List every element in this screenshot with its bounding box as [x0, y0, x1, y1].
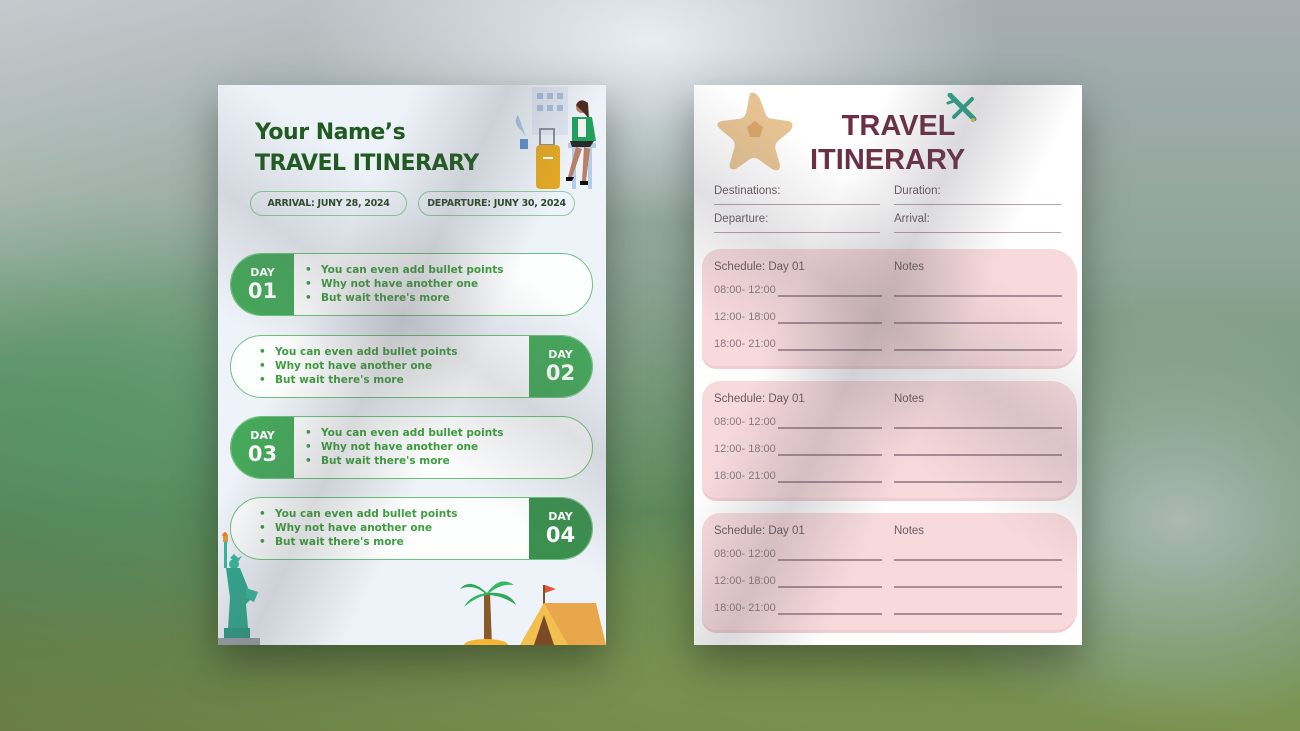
- entry-line[interactable]: [778, 349, 882, 351]
- duration-field[interactable]: Duration:: [894, 183, 1061, 205]
- day-label: DAY: [548, 509, 573, 523]
- notes-line[interactable]: [894, 454, 1062, 456]
- day-label: DAY: [250, 428, 275, 442]
- bullet-item: You can even add bullet points: [259, 345, 457, 359]
- schedule-heading: Schedule: Day 01: [714, 261, 805, 273]
- destinations-field[interactable]: Destinations:: [714, 183, 880, 205]
- schedule-block-3: Schedule: Day 01 Notes 08:00- 12:00 12:0…: [702, 513, 1077, 630]
- bullet-item: Why not have another one: [305, 277, 503, 291]
- day-number: 01: [247, 278, 278, 303]
- day-badge: DAY 04: [529, 498, 592, 559]
- bullet-item: You can even add bullet points: [259, 507, 457, 521]
- notes-line[interactable]: [894, 481, 1062, 483]
- day-bullet-list: You can even add bullet points Why not h…: [259, 345, 457, 387]
- statue-of-liberty-icon: [218, 532, 260, 645]
- title-line-2: ITINERARY: [810, 144, 966, 176]
- day-card-01: DAY 01 You can even add bullet points Wh…: [230, 253, 593, 316]
- title-line-1: TRAVEL: [841, 110, 956, 142]
- airplane-icon: [946, 93, 977, 122]
- notes-line[interactable]: [894, 559, 1062, 561]
- bullet-item: You can even add bullet points: [305, 426, 503, 440]
- notes-heading: Notes: [894, 261, 925, 273]
- time-slot: 18:00- 21:00: [714, 470, 776, 482]
- notes-line[interactable]: [894, 349, 1062, 351]
- arrival-date-pill: ARRIVAL: JUNY 28, 2024: [250, 191, 407, 216]
- background: [0, 0, 1300, 731]
- time-slot: 08:00- 12:00: [714, 416, 776, 428]
- bullet-item: Why not have another one: [259, 359, 457, 373]
- day-bullet-list: You can even add bullet points Why not h…: [259, 507, 457, 549]
- title-line-1: Your Name’s: [255, 120, 406, 145]
- time-slot: 12:00- 18:00: [714, 311, 776, 323]
- departure-date-pill: DEPARTURE: JUNY 30, 2024: [418, 191, 575, 216]
- notes-line[interactable]: [894, 586, 1062, 588]
- traveler-woman-with-suitcase-icon: [515, 87, 596, 189]
- bullet-item: But wait there's more: [305, 291, 503, 305]
- arrival-field[interactable]: Arrival:: [894, 211, 1061, 233]
- time-slot: 08:00- 12:00: [714, 548, 776, 560]
- day-card-02: You can even add bullet points Why not h…: [230, 335, 593, 398]
- itinerary-page-pink: TRAVEL ITINERARY Destinations: Duration:…: [694, 85, 1082, 645]
- day-number: 02: [545, 360, 576, 385]
- title-line-2: TRAVEL ITINERARY: [255, 151, 479, 176]
- notes-heading: Notes: [894, 393, 925, 405]
- day-badge: DAY 02: [529, 336, 592, 397]
- time-slot: 18:00- 21:00: [714, 338, 776, 350]
- day-label: DAY: [250, 265, 275, 279]
- notes-line[interactable]: [894, 295, 1062, 297]
- day-label: DAY: [548, 347, 573, 361]
- page-title: Your Name’s TRAVEL ITINERARY: [255, 117, 479, 179]
- notes-heading: Notes: [894, 525, 925, 537]
- schedule-block-2: Schedule: Day 01 Notes 08:00- 12:00 12:0…: [702, 381, 1077, 498]
- bullet-item: You can even add bullet points: [305, 263, 503, 277]
- time-slot: 08:00- 12:00: [714, 284, 776, 296]
- entry-line[interactable]: [778, 559, 882, 561]
- bullet-item: But wait there's more: [259, 373, 457, 387]
- day-number: 04: [545, 522, 576, 547]
- day-number: 03: [247, 441, 278, 466]
- bullet-item: Why not have another one: [305, 440, 503, 454]
- notes-line[interactable]: [894, 322, 1062, 324]
- notes-line[interactable]: [894, 427, 1062, 429]
- entry-line[interactable]: [778, 295, 882, 297]
- tent-icon: [520, 585, 606, 645]
- entry-line[interactable]: [778, 481, 882, 483]
- day-bullet-list: You can even add bullet points Why not h…: [305, 263, 503, 305]
- schedule-heading: Schedule: Day 01: [714, 525, 805, 537]
- time-slot: 12:00- 18:00: [714, 443, 776, 455]
- time-slot: 18:00- 21:00: [714, 602, 776, 614]
- time-slot: 12:00- 18:00: [714, 575, 776, 587]
- departure-field[interactable]: Departure:: [714, 211, 880, 233]
- page-title: TRAVEL ITINERARY: [810, 109, 965, 177]
- entry-line[interactable]: [778, 427, 882, 429]
- entry-line[interactable]: [778, 586, 882, 588]
- entry-line[interactable]: [778, 322, 882, 324]
- palm-tree-icon: [460, 581, 516, 645]
- bullet-item: Why not have another one: [259, 521, 457, 535]
- day-badge: DAY 01: [231, 254, 294, 315]
- day-badge: DAY 03: [231, 417, 294, 478]
- notes-line[interactable]: [894, 613, 1062, 615]
- entry-line[interactable]: [778, 613, 882, 615]
- entry-line[interactable]: [778, 454, 882, 456]
- itinerary-page-green: Your Name’s TRAVEL ITINERARY ARRIVAL: JU…: [218, 85, 606, 645]
- bullet-item: But wait there's more: [305, 454, 503, 468]
- schedule-block-1: Schedule: Day 01 Notes 08:00- 12:00 12:0…: [702, 249, 1077, 366]
- day-card-03: DAY 03 You can even add bullet points Wh…: [230, 416, 593, 479]
- star-icon: [717, 92, 793, 171]
- day-card-04: You can even add bullet points Why not h…: [230, 497, 593, 560]
- bullet-item: But wait there's more: [259, 535, 457, 549]
- day-bullet-list: You can even add bullet points Why not h…: [305, 426, 503, 468]
- schedule-heading: Schedule: Day 01: [714, 393, 805, 405]
